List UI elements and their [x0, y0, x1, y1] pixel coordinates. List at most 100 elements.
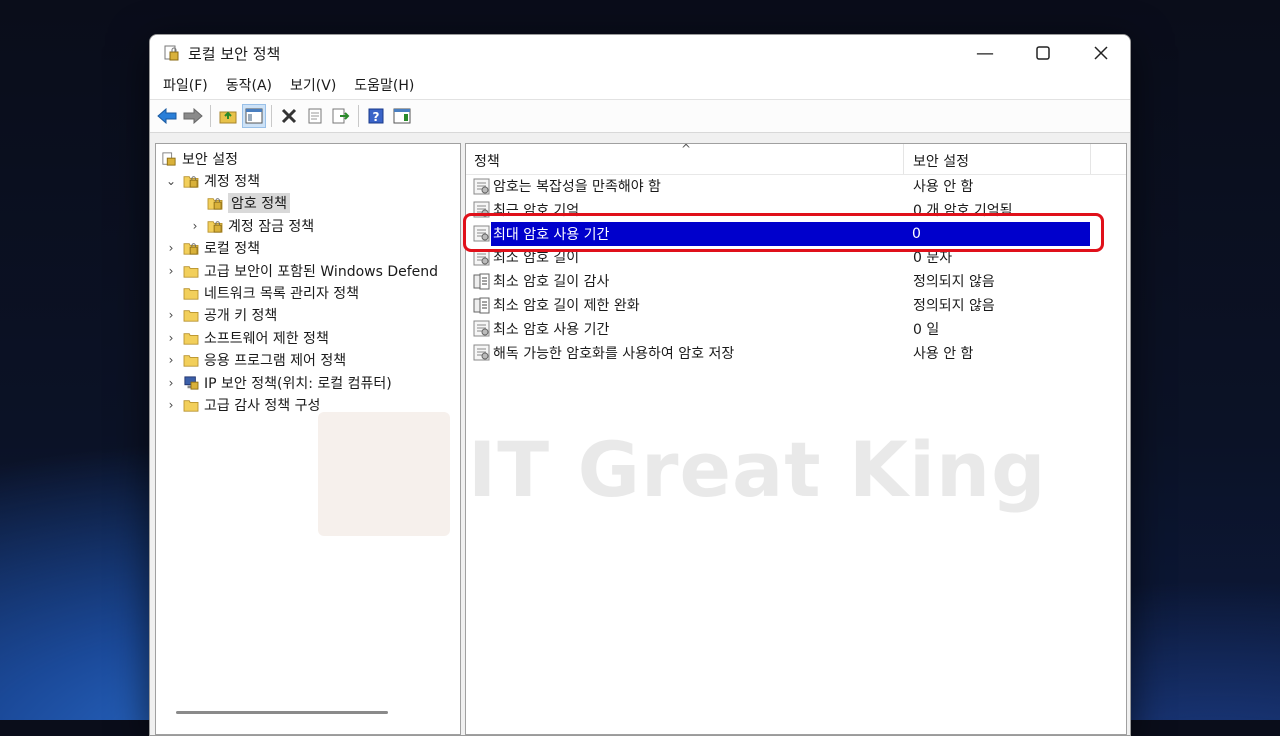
- column-header-setting[interactable]: 보안 설정: [913, 151, 969, 171]
- tree-item-label: 응용 프로그램 제어 정책: [204, 353, 347, 370]
- delete-x-icon: [281, 108, 297, 124]
- policy-row[interactable]: 암호는 복잡성을 만족해야 함 사용 안 함: [466, 174, 1126, 198]
- toolbar-separator: [210, 105, 211, 127]
- maximize-button[interactable]: [1014, 35, 1072, 71]
- show-hide-tree-button[interactable]: [242, 104, 266, 128]
- export-icon: [332, 108, 350, 124]
- maximize-icon: [1036, 46, 1050, 60]
- menu-file[interactable]: 파일(F): [154, 75, 217, 95]
- tree-item[interactable]: 네트워크 목록 관리자 정책: [164, 282, 359, 304]
- watermark-image: [318, 412, 450, 536]
- column-divider[interactable]: [1090, 144, 1091, 174]
- policy-name: 해독 가능한 암호화를 사용하여 암호 저장: [493, 345, 735, 362]
- folder-icon: [183, 265, 199, 278]
- tree-item-label: 계정 잠금 정책: [228, 218, 315, 235]
- tree-item-label: 로컬 정책: [204, 241, 260, 258]
- chevron-down-icon[interactable]: ⌄: [164, 174, 178, 188]
- policy-cell: 암호는 복잡성을 만족해야 함: [473, 176, 661, 196]
- lock-folder-icon: [183, 176, 199, 188]
- highlight-annotation: [463, 213, 1104, 252]
- policy-name: 최소 암호 길이 감사: [493, 274, 610, 291]
- app-icon: [164, 45, 179, 61]
- tree-item[interactable]: › 고급 보안이 포함된 Windows Defend: [164, 260, 438, 282]
- title-bar[interactable]: 로컬 보안 정책 —: [150, 35, 1130, 71]
- policy-row[interactable]: 최소 암호 길이 감사 정의되지 않음: [466, 269, 1126, 293]
- policy-cell: 해독 가능한 암호화를 사용하여 암호 저장: [473, 343, 734, 363]
- menu-bar: 파일(F) 동작(A) 보기(V) 도움말(H): [150, 71, 1130, 100]
- toolbar-separator: [271, 105, 272, 127]
- show-action-pane-button[interactable]: [391, 105, 413, 127]
- policy-name: 암호는 복잡성을 만족해야 함: [493, 179, 661, 195]
- tree-item-label: 계정 정책: [204, 174, 260, 190]
- policy-row[interactable]: 최소 암호 길이 제한 완화 정의되지 않음: [466, 293, 1126, 317]
- column-header-policy[interactable]: 정책: [474, 151, 500, 171]
- policy-name: 최소 암호 사용 기간: [493, 321, 610, 338]
- menu-view[interactable]: 보기(V): [281, 75, 345, 95]
- security-settings-icon: [162, 152, 176, 166]
- properties-button[interactable]: [304, 105, 326, 127]
- policy-icon: [473, 320, 490, 337]
- lock-folder-icon: [207, 198, 223, 210]
- tree-item-label: 고급 보안이 포함된 Windows Defend: [204, 263, 439, 280]
- close-button[interactable]: [1072, 35, 1130, 71]
- chevron-right-icon[interactable]: ›: [164, 353, 178, 367]
- forward-arrow-icon: [183, 108, 203, 124]
- folder-icon: [183, 288, 199, 300]
- tree-item[interactable]: 암호 정책: [188, 192, 290, 214]
- menu-help[interactable]: 도움말(H): [345, 75, 423, 95]
- tree-item[interactable]: › IP 보안 정책(위치: 로컬 컴퓨터): [164, 372, 392, 394]
- properties-icon: [308, 108, 322, 124]
- delete-button[interactable]: [278, 105, 300, 127]
- chevron-right-icon[interactable]: ›: [164, 264, 178, 278]
- column-divider[interactable]: [903, 144, 904, 174]
- tree-item[interactable]: › 소프트웨어 제한 정책: [164, 327, 329, 349]
- lock-folder-icon: [183, 243, 199, 255]
- tree-item-label: IP 보안 정책(위치: 로컬 컴퓨터): [204, 375, 392, 392]
- tree-item-label: 공개 키 정책: [204, 308, 278, 325]
- list-header: ^ 정책 보안 설정: [466, 144, 1126, 175]
- console-tree-icon: [245, 108, 263, 124]
- chevron-right-icon[interactable]: ›: [164, 398, 178, 412]
- tree-item[interactable]: › 공개 키 정책: [164, 304, 278, 326]
- tree-item[interactable]: › 고급 감사 정책 구성: [164, 394, 321, 416]
- policy-cell: 최소 암호 길이 제한 완화: [473, 295, 640, 315]
- policy-cell: 최소 암호 사용 기간: [473, 319, 609, 339]
- policy-row[interactable]: 최소 암호 사용 기간 0 일: [466, 317, 1126, 341]
- horizontal-scrollbar[interactable]: [176, 711, 388, 714]
- window-title: 로컬 보안 정책: [188, 45, 281, 63]
- policy-icon: [473, 344, 490, 361]
- export-list-button[interactable]: [330, 105, 352, 127]
- audit-policy-icon: [473, 273, 490, 290]
- tree-item-label: 고급 감사 정책 구성: [204, 398, 321, 414]
- minimize-button[interactable]: —: [956, 35, 1014, 71]
- folder-up-icon: [219, 111, 237, 124]
- tree-item-label: 네트워크 목록 관리자 정책: [204, 286, 360, 302]
- chevron-right-icon[interactable]: ›: [188, 219, 202, 233]
- lock-folder-icon: [207, 220, 223, 233]
- security-setting-value: 사용 안 함: [913, 179, 974, 195]
- tree-item[interactable]: ⌄ 계정 정책: [164, 170, 260, 192]
- policy-row[interactable]: 해독 가능한 암호화를 사용하여 암호 저장 사용 안 함: [466, 341, 1126, 365]
- folder-icon: [183, 355, 199, 367]
- help-button[interactable]: ?: [365, 105, 387, 127]
- tree-item[interactable]: › 계정 잠금 정책: [188, 215, 315, 237]
- policy-cell: 최소 암호 길이 감사: [473, 271, 609, 291]
- close-icon: [1094, 46, 1108, 60]
- toolbar-separator: [358, 105, 359, 127]
- chevron-right-icon[interactable]: ›: [164, 241, 178, 255]
- tree-item[interactable]: › 로컬 정책: [164, 237, 260, 259]
- up-level-button[interactable]: [217, 105, 239, 127]
- tree-root[interactable]: 보안 설정: [160, 148, 238, 170]
- chevron-right-icon[interactable]: ›: [164, 331, 178, 345]
- chevron-right-icon[interactable]: ›: [164, 308, 178, 322]
- policy-icon: [473, 178, 490, 194]
- folder-icon: [183, 400, 199, 412]
- forward-button[interactable]: [182, 105, 204, 127]
- security-setting-value: 0 일: [913, 321, 940, 338]
- back-button[interactable]: [156, 105, 178, 127]
- tree-root-label: 보안 설정: [182, 152, 238, 168]
- chevron-right-icon[interactable]: ›: [164, 376, 178, 390]
- svg-text:?: ?: [373, 110, 380, 124]
- tree-item[interactable]: › 응용 프로그램 제어 정책: [164, 349, 347, 371]
- menu-action[interactable]: 동작(A): [217, 75, 281, 95]
